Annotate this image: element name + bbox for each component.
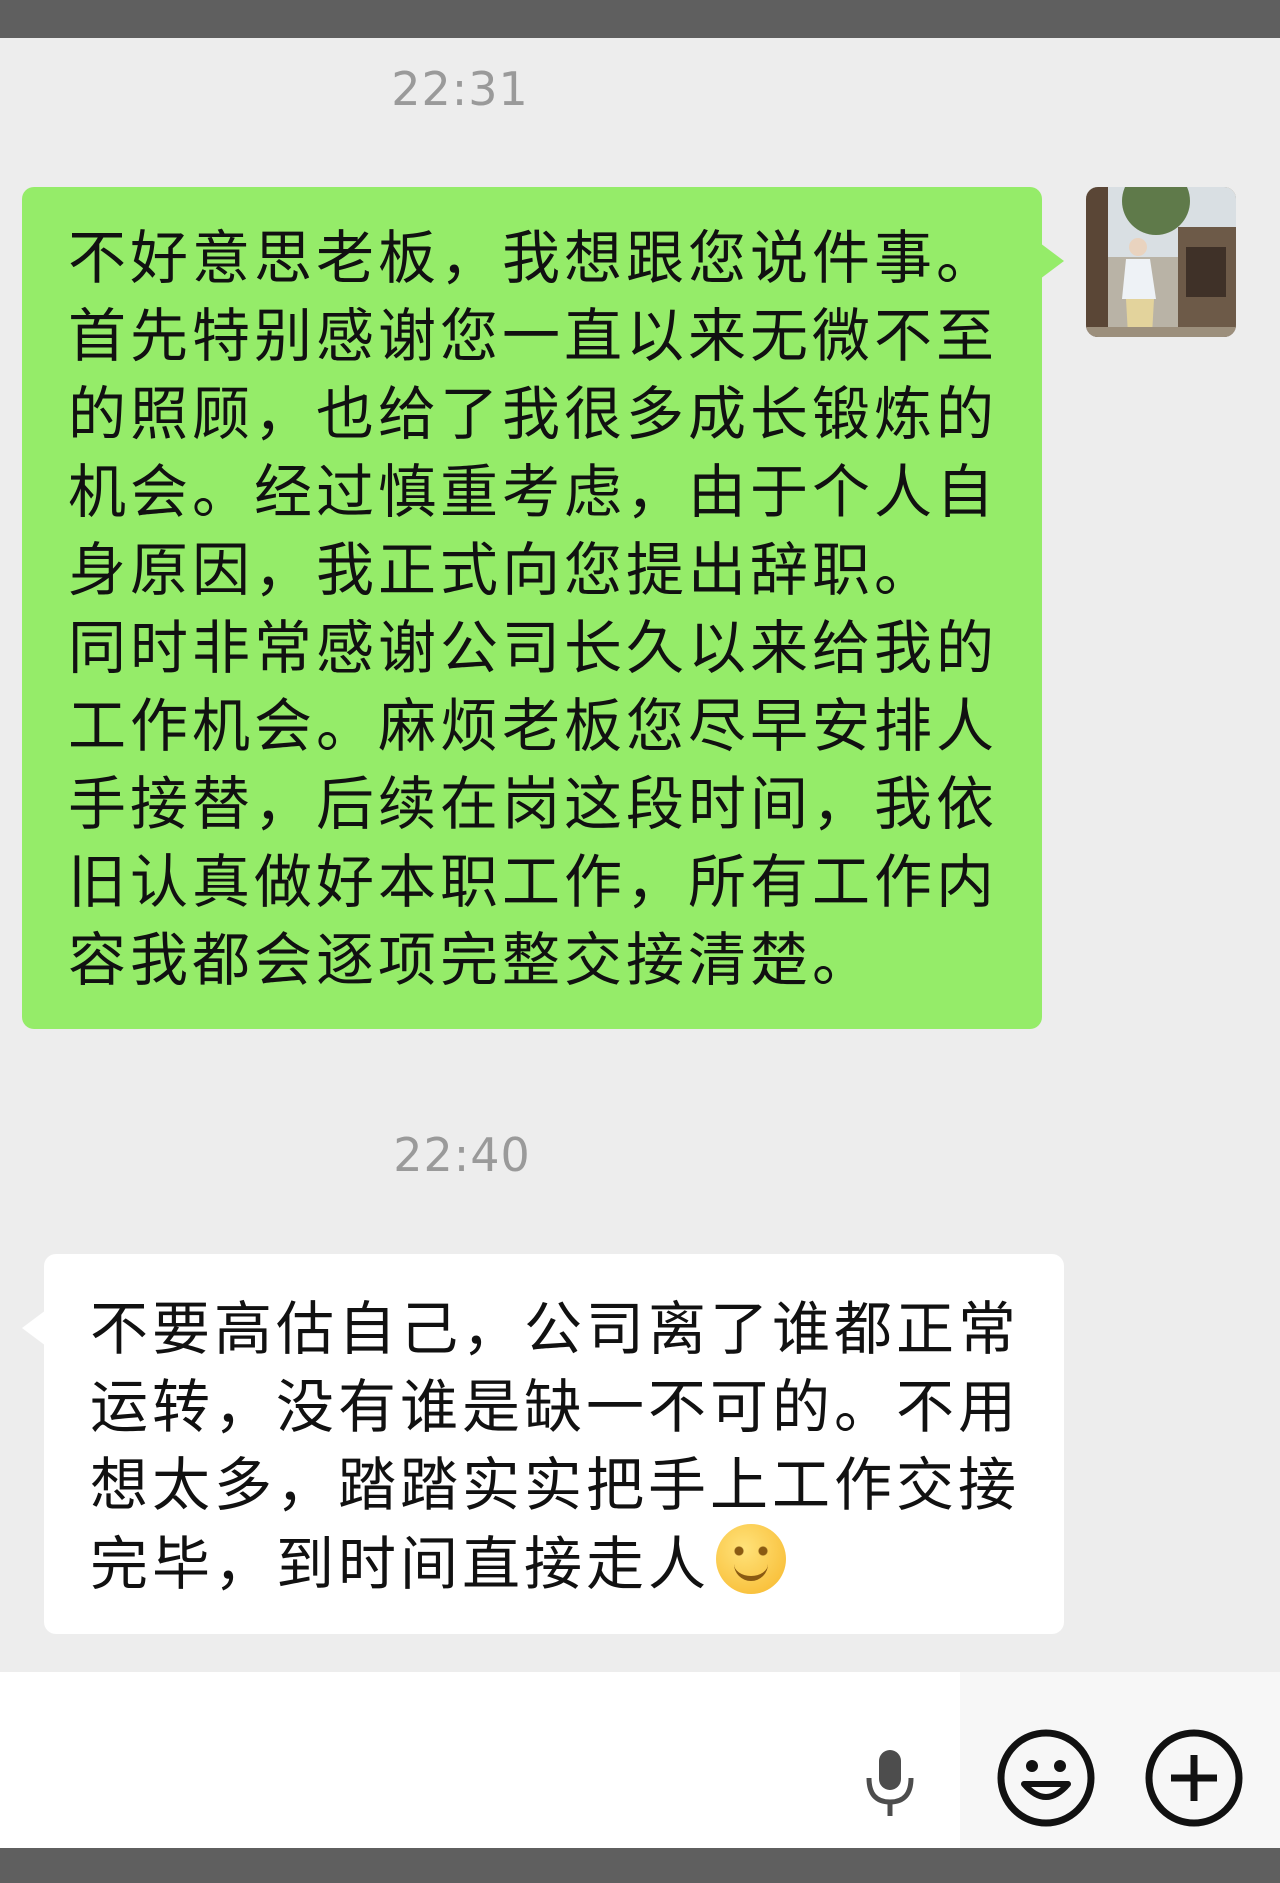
timestamp: 22:40 — [393, 1128, 531, 1182]
message-line: 不要高估自己，公司离了谁都正常 — [90, 1295, 1021, 1363]
bottom-frame-bar — [0, 1848, 1280, 1883]
message-line: 完毕，到时间直接走人 — [90, 1524, 1024, 1603]
avatar[interactable] — [1086, 187, 1236, 337]
message-line: 机会。经过慎重考虑，由于个人自 — [68, 458, 999, 526]
smile-emoji-icon — [716, 1524, 787, 1594]
message-line: 容我都会逐项完整交接清楚。 — [68, 926, 875, 994]
timestamp: 22:31 — [391, 62, 529, 116]
message-line: 身原因，我正式向您提出辞职。 — [68, 536, 937, 604]
message-line: 工作机会。麻烦老板您尽早安排人 — [68, 692, 999, 760]
message-line: 想太多，踏踏实实把手上工作交接 — [90, 1451, 1021, 1519]
message-line: 手接替，后续在岗这段时间，我依 — [68, 770, 999, 838]
message-line: 运转，没有谁是缺一不可的。不用 — [90, 1373, 1021, 1441]
message-line: 的照顾，也给了我很多成长锻炼的 — [68, 380, 999, 448]
received-message-bubble[interactable]: 不要高估自己，公司离了谁都正常 运转，没有谁是缺一不可的。不用 想太多，踏踏实实… — [22, 1254, 1064, 1634]
message-line: 同时非常感谢公司长久以来给我的 — [68, 614, 999, 682]
emoji-icon[interactable] — [996, 1728, 1096, 1828]
plus-icon[interactable] — [1144, 1728, 1244, 1828]
sent-message-bubble[interactable]: 不好意思老板，我想跟您说件事。 首先特别感谢您一直以来无微不至 的照顾，也给了我… — [22, 187, 1064, 1029]
voice-icon[interactable] — [862, 1748, 918, 1818]
message-input[interactable] — [0, 1672, 960, 1848]
avatar-photo — [1086, 187, 1236, 337]
message-line: 旧认真做好本职工作，所有工作内 — [68, 848, 999, 916]
message-line: 首先特别感谢您一直以来无微不至 — [68, 302, 999, 370]
top-frame-bar — [0, 0, 1280, 38]
message-text: 完毕，到时间直接走人 — [90, 1530, 711, 1598]
message-line: 不好意思老板，我想跟您说件事。 — [68, 224, 999, 292]
